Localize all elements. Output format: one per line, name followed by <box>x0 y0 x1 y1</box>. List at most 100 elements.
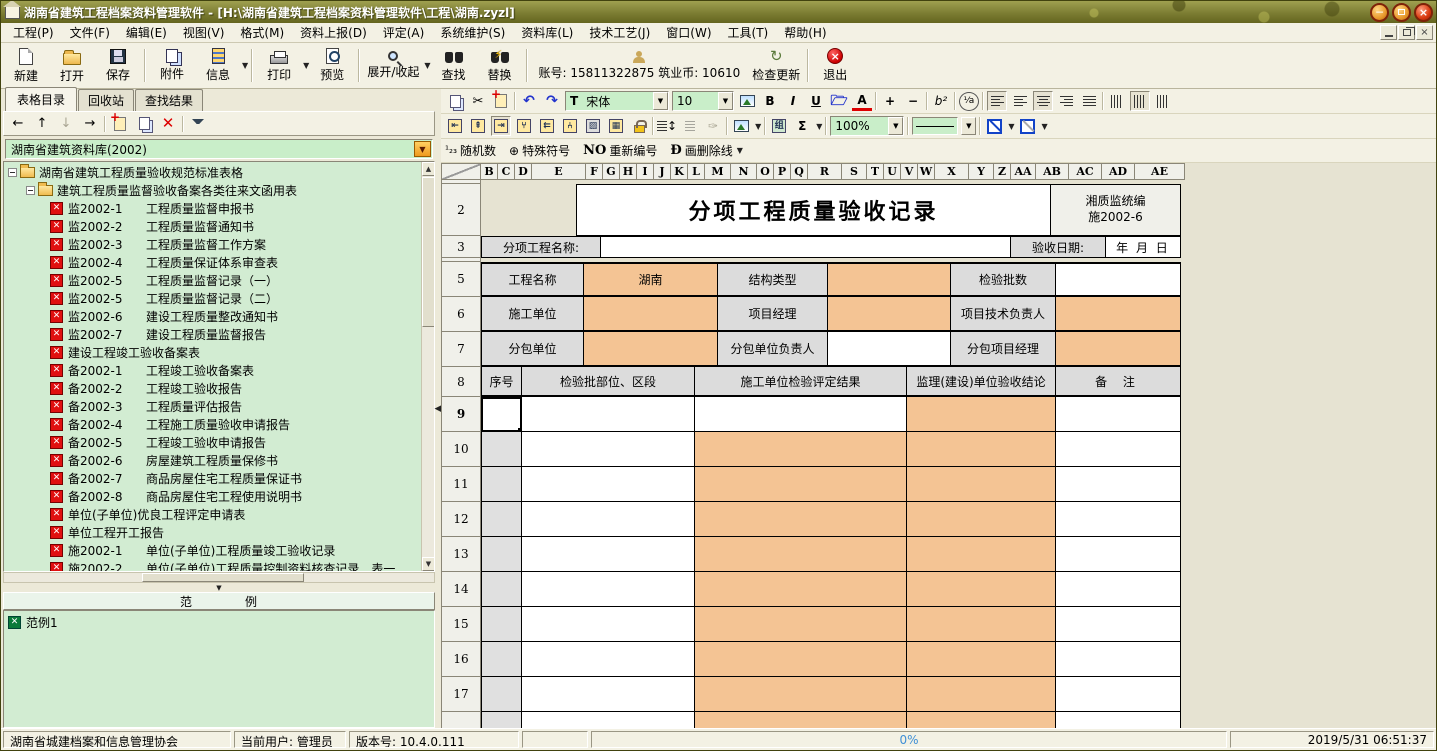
diagonal2-dropdown-arrow[interactable]: ▼ <box>1042 122 1048 131</box>
tree-root-node[interactable]: 湖南省建筑工程质量验收规范标准表格 <box>4 163 434 181</box>
line-style-select[interactable] <box>912 117 958 135</box>
supervisor-conclusion-cell[interactable] <box>907 502 1056 537</box>
form-value-cell[interactable] <box>1056 332 1181 367</box>
supervisor-conclusion-cell[interactable] <box>907 572 1056 607</box>
form-value-cell[interactable] <box>1056 297 1181 332</box>
column-header[interactable]: F <box>586 163 603 180</box>
column-header[interactable]: X <box>935 163 969 180</box>
font-color-button[interactable]: A <box>852 91 872 111</box>
borders-button[interactable]: ▦ <box>606 116 626 136</box>
insert-row-above-button[interactable]: ⇤ <box>445 116 465 136</box>
menu-item[interactable]: 窗口(W) <box>658 22 719 43</box>
mdi-close-button[interactable]: × <box>1416 25 1433 40</box>
superscript-button[interactable]: b² <box>931 91 951 111</box>
acceptance-date-value-cell[interactable]: 年 月 日 <box>1106 236 1181 258</box>
remarks-cell[interactable] <box>1056 607 1181 642</box>
batch-location-cell[interactable] <box>522 677 695 712</box>
column-header[interactable]: O <box>757 163 774 180</box>
replace-button[interactable]: ⚡ 替换 <box>477 45 523 86</box>
tree-item[interactable]: ✕ 单位工程开工报告 <box>4 523 434 541</box>
info-button[interactable]: 信息 <box>195 46 241 85</box>
seq-cell[interactable] <box>481 712 522 728</box>
column-header[interactable]: G <box>603 163 620 180</box>
scroll-thumb[interactable] <box>142 573 304 582</box>
save-button[interactable]: 保存 <box>95 45 141 86</box>
contractor-result-cell[interactable] <box>695 467 907 502</box>
example-item[interactable]: ✕ 范例1 <box>4 613 434 631</box>
contractor-result-cell[interactable] <box>695 607 907 642</box>
redo-button[interactable]: ↷ <box>542 91 562 111</box>
scroll-thumb[interactable] <box>422 177 435 327</box>
form-value-cell[interactable] <box>828 297 951 332</box>
zoom-dropdown-button[interactable]: ▼ <box>888 117 903 135</box>
row-number[interactable] <box>441 712 481 728</box>
contractor-result-cell[interactable] <box>695 677 907 712</box>
column-header[interactable]: N <box>731 163 757 180</box>
menu-item[interactable]: 系统维护(S) <box>432 22 513 43</box>
column-header[interactable]: U <box>884 163 901 180</box>
maximize-button[interactable] <box>1392 3 1411 22</box>
splitter-grip[interactable]: ▼ <box>3 583 435 592</box>
row-number[interactable]: 3 <box>441 236 481 258</box>
down-arrow-button[interactable]: ↓ <box>56 114 76 133</box>
align-justify-button[interactable] <box>1079 91 1099 111</box>
shading-button[interactable]: ▨ <box>583 116 603 136</box>
tree-horizontal-scrollbar[interactable] <box>3 572 435 583</box>
collapse-box-icon[interactable] <box>8 168 17 177</box>
batch-location-cell[interactable] <box>522 397 695 432</box>
tree-item[interactable]: ✕ 备2002-4 工程施工质量验收申请报告 <box>4 415 434 433</box>
paragraph-spacing-button[interactable] <box>680 116 700 136</box>
menu-item[interactable]: 编辑(E) <box>118 22 175 43</box>
delete-table-button[interactable]: ✕ <box>158 114 178 133</box>
seq-cell[interactable] <box>481 607 522 642</box>
column-header[interactable]: K <box>671 163 688 180</box>
tree-item[interactable]: ✕ 备2002-3 工程质量评估报告 <box>4 397 434 415</box>
column-header[interactable]: R <box>808 163 842 180</box>
batch-location-cell[interactable] <box>522 572 695 607</box>
seq-cell[interactable] <box>481 677 522 712</box>
supervisor-conclusion-cell[interactable] <box>907 642 1056 677</box>
insert-image-button[interactable] <box>731 116 751 136</box>
tab-table-directory[interactable]: 表格目录 <box>5 87 77 111</box>
column-header[interactable]: C <box>498 163 515 180</box>
form-value-cell[interactable]: 湖南 <box>584 262 718 297</box>
tree-item[interactable]: ✕ 备2002-2 工程竣工验收报告 <box>4 379 434 397</box>
insert-object-button[interactable]: 组 <box>769 116 789 136</box>
batch-location-cell[interactable] <box>522 502 695 537</box>
row-number[interactable]: 8 <box>441 367 481 397</box>
row-number[interactable]: 13 <box>441 537 481 572</box>
column-header[interactable]: B <box>481 163 498 180</box>
batch-location-cell[interactable] <box>522 537 695 572</box>
column-header[interactable]: Q <box>791 163 808 180</box>
bold-button[interactable]: B <box>760 91 780 111</box>
fill-color-button[interactable]: 🗁 <box>829 91 849 111</box>
supervisor-conclusion-cell[interactable] <box>907 712 1056 728</box>
diagonal-line-button[interactable] <box>984 116 1004 136</box>
info-dropdown-arrow[interactable]: ▼ <box>242 61 248 70</box>
remarks-cell[interactable] <box>1056 467 1181 502</box>
expand-collapse-button[interactable]: 展开/收起 <box>363 49 423 82</box>
row-number[interactable]: 5 <box>441 262 481 297</box>
library-dropdown-button[interactable]: ▼ <box>414 141 431 157</box>
remarks-cell[interactable] <box>1056 642 1181 677</box>
split-cell-button[interactable]: ⑂ <box>514 116 534 136</box>
up-arrow-button[interactable]: ↑ <box>32 114 52 133</box>
vertical-align-bottom-button[interactable] <box>1153 91 1173 111</box>
sum-button[interactable]: Σ <box>792 116 812 136</box>
column-header[interactable]: Z <box>994 163 1011 180</box>
remarks-cell[interactable] <box>1056 712 1181 728</box>
menu-item[interactable]: 评定(A) <box>375 22 433 43</box>
seq-cell[interactable] <box>481 397 522 432</box>
library-select[interactable]: 湖南省建筑资料库(2002) ▼ <box>5 139 433 159</box>
tree-item[interactable]: ✕ 监2002-2 工程质量监督通知书 <box>4 217 434 235</box>
fraction-button[interactable]: ⅟a <box>959 92 979 111</box>
tree-item[interactable]: ✕ 备2002-5 工程竣工验收申请报告 <box>4 433 434 451</box>
remarks-cell[interactable] <box>1056 537 1181 572</box>
underline-button[interactable]: U <box>806 91 826 111</box>
seq-cell[interactable] <box>481 642 522 677</box>
remarks-cell[interactable] <box>1056 432 1181 467</box>
vertical-align-center-button[interactable] <box>1130 91 1150 111</box>
menu-item[interactable]: 格式(M) <box>232 22 292 43</box>
contractor-result-cell[interactable] <box>695 432 907 467</box>
contractor-result-cell[interactable] <box>695 572 907 607</box>
